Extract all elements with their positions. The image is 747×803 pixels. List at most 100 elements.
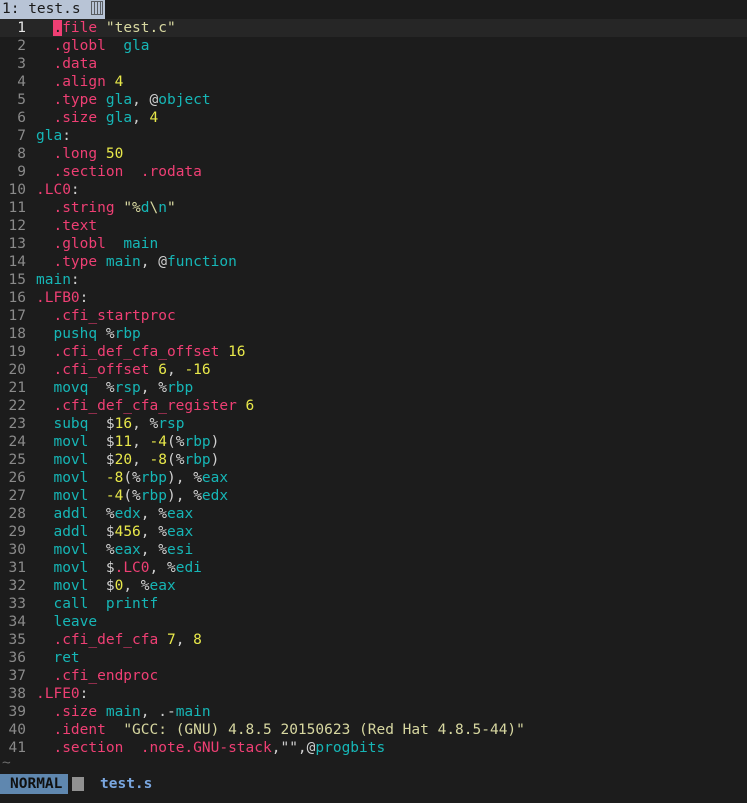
- code-token: ,: [166, 362, 185, 378]
- code-line[interactable]: 28 addl %edx, %eax: [0, 505, 747, 523]
- code-line[interactable]: 37 .cfi_endproc: [0, 667, 747, 685]
- code-token: :: [79, 290, 89, 306]
- code-line[interactable]: 8 .long 50: [0, 145, 747, 163]
- line-number: 20: [8, 362, 26, 378]
- line-number: 30: [8, 542, 26, 558]
- code-line[interactable]: 36 ret: [0, 649, 747, 667]
- code-line[interactable]: 20 .cfi_offset 6, -16: [0, 361, 747, 379]
- line-number: 22: [8, 398, 26, 414]
- code-token: "GCC: (GNU) 4.8.5 20150623 (Red Hat 4.8.…: [123, 722, 525, 738]
- code-line[interactable]: 10 .LC0:: [0, 181, 747, 199]
- code-line[interactable]: 14 .type main, @function: [0, 253, 747, 271]
- code-text: .cfi_def_cfa_offset 16: [36, 344, 245, 360]
- code-line[interactable]: 41 .section .note.GNU-stack,"",@progbits: [0, 739, 747, 757]
- code-text: .cfi_def_cfa 7, 8: [36, 632, 201, 648]
- code-text: addl %edx, %eax: [36, 506, 193, 522]
- code-token: ), %: [167, 470, 202, 486]
- code-text: movl $11, -4(%rbp): [36, 434, 219, 450]
- code-token: main: [36, 272, 71, 288]
- line-number: 4: [17, 74, 26, 90]
- code-line[interactable]: 29 addl $456, %eax: [0, 523, 747, 541]
- code-token: $: [105, 560, 115, 576]
- code-line[interactable]: 26 movl -8(%rbp), %eax: [0, 469, 747, 487]
- code-token: (%: [167, 452, 185, 468]
- code-token: .section: [53, 740, 124, 756]
- code-line[interactable]: 2 .globl gla: [0, 37, 747, 55]
- line-number: 21: [8, 380, 26, 396]
- code-token: subq: [53, 416, 89, 432]
- code-line[interactable]: 11 .string "%d\n": [0, 199, 747, 217]
- code-token: $: [105, 416, 115, 432]
- code-line[interactable]: 40 .ident "GCC: (GNU) 4.8.5 20150623 (Re…: [0, 721, 747, 739]
- code-token: .ident: [53, 722, 106, 738]
- code-token: "%: [123, 200, 141, 216]
- code-line[interactable]: 17 .cfi_startproc: [0, 307, 747, 325]
- code-line[interactable]: 39 .size main, .-main: [0, 703, 747, 721]
- line-number: 38: [8, 686, 26, 702]
- code-text: .globl gla: [36, 38, 149, 54]
- code-line[interactable]: 38 .LFE0:: [0, 685, 747, 703]
- code-token: , .-: [140, 704, 176, 720]
- code-token: movl: [53, 560, 89, 576]
- line-number: 36: [8, 650, 26, 666]
- code-token: (%: [167, 434, 185, 450]
- code-line[interactable]: 4 .align 4: [0, 73, 747, 91]
- code-token: .cfi_offset: [53, 362, 150, 378]
- code-line[interactable]: 32 movl $0, %eax: [0, 577, 747, 595]
- code-token: 456: [114, 524, 141, 540]
- code-line[interactable]: 24 movl $11, -4(%rbp): [0, 433, 747, 451]
- code-token: \: [149, 200, 159, 216]
- code-line[interactable]: 19 .cfi_def_cfa_offset 16: [0, 343, 747, 361]
- code-token: movl: [53, 434, 89, 450]
- code-token: , %: [140, 524, 167, 540]
- code-token: 7: [166, 632, 176, 648]
- code-line[interactable]: 18 pushq %rbp: [0, 325, 747, 343]
- code-token: -4: [105, 488, 124, 504]
- code-line[interactable]: 6 .size gla, 4: [0, 109, 747, 127]
- code-token: .cfi_def_cfa_register: [53, 398, 237, 414]
- code-token: :: [62, 128, 71, 144]
- code-token: .globl: [53, 38, 106, 54]
- code-line[interactable]: 35 .cfi_def_cfa 7, 8: [0, 631, 747, 649]
- code-line[interactable]: 21 movq %rsp, %rbp: [0, 379, 747, 397]
- statusline: NORMAL test.s: [0, 774, 747, 794]
- code-line[interactable]: 7 gla:: [0, 127, 747, 145]
- line-number: 37: [8, 668, 26, 684]
- code-line[interactable]: 30 movl %eax, %esi: [0, 541, 747, 559]
- code-line[interactable]: 31 movl $.LC0, %edi: [0, 559, 747, 577]
- code-line[interactable]: 25 movl $20, -8(%rbp): [0, 451, 747, 469]
- line-number: 31: [8, 560, 26, 576]
- code-line[interactable]: 5 .type gla, @object: [0, 91, 747, 109]
- code-line[interactable]: 9 .section .rodata: [0, 163, 747, 181]
- code-line[interactable]: 3 .data: [0, 55, 747, 73]
- code-text: .cfi_offset 6, -16: [36, 362, 210, 378]
- line-number: 6: [17, 110, 26, 126]
- code-line[interactable]: 22 .cfi_def_cfa_register 6: [0, 397, 747, 415]
- code-line[interactable]: 23 subq $16, %rsp: [0, 415, 747, 433]
- code-token: leave: [53, 614, 98, 630]
- editor-buffer[interactable]: 1 .file "test.c" 2 .globl gla 3 .data 4 .al…: [0, 19, 747, 757]
- code-line[interactable]: 16 .LFB0:: [0, 289, 747, 307]
- line-number: 32: [8, 578, 26, 594]
- code-token: main: [105, 254, 141, 270]
- code-token: d: [140, 200, 150, 216]
- line-number: 40: [8, 722, 26, 738]
- line-number: 23: [8, 416, 26, 432]
- code-line[interactable]: 34 leave: [0, 613, 747, 631]
- code-token: .size: [53, 110, 98, 126]
- code-line[interactable]: 27 movl -4(%rbp), %edx: [0, 487, 747, 505]
- code-token: ): [210, 434, 220, 450]
- code-line[interactable]: 1 .file "test.c": [0, 19, 747, 37]
- tab-test-s[interactable]: 1: test.s: [0, 0, 106, 19]
- code-token: .globl: [53, 236, 106, 252]
- code-line[interactable]: 33 call printf: [0, 595, 747, 613]
- code-line[interactable]: 12 .text: [0, 217, 747, 235]
- code-line[interactable]: 15 main:: [0, 271, 747, 289]
- code-text: movl $.LC0, %edi: [36, 560, 201, 576]
- code-text: .size main, .-main: [36, 704, 210, 720]
- line-number: 8: [17, 146, 26, 162]
- code-line[interactable]: 13 .globl main: [0, 235, 747, 253]
